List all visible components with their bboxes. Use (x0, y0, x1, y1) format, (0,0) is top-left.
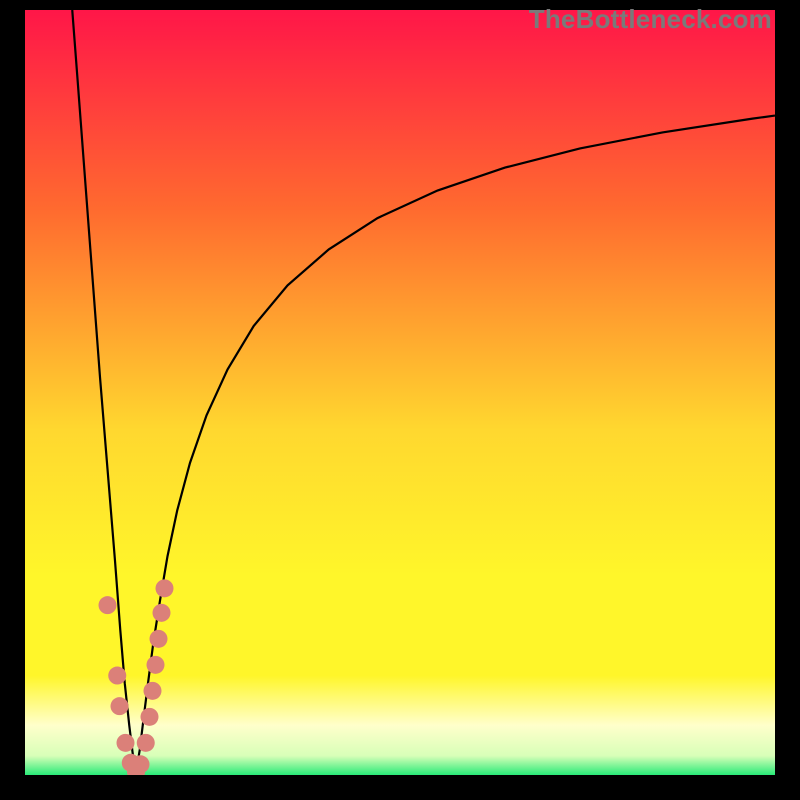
data-point (153, 604, 171, 622)
data-point (108, 667, 126, 685)
data-point (150, 630, 168, 648)
data-point (137, 734, 155, 752)
data-point (132, 755, 150, 773)
chart-frame: TheBottleneck.com (0, 0, 800, 800)
data-point (141, 708, 159, 726)
data-point (144, 682, 162, 700)
data-point (147, 656, 165, 674)
data-point (156, 579, 174, 597)
data-point (111, 697, 129, 715)
gradient-background (25, 10, 775, 775)
data-point (99, 596, 117, 614)
data-point (117, 734, 135, 752)
bottleneck-curve-chart (25, 10, 775, 775)
